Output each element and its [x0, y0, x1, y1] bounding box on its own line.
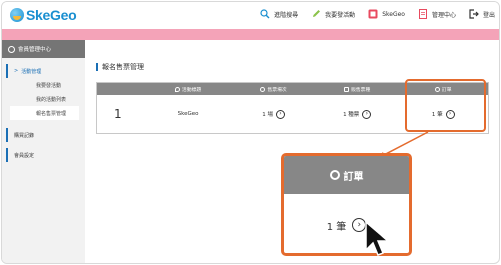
- zoom-header: 訂單: [284, 156, 409, 194]
- column-header-sessions: 售票場次: [231, 83, 316, 95]
- sidebar-item-label: 會員設定: [14, 152, 35, 159]
- page-title: 報名售票管理: [96, 62, 496, 72]
- sidebar-item-label: 活動管理: [21, 68, 42, 75]
- sidebar-item-event-management[interactable]: > 活動管理: [6, 64, 85, 78]
- main-content: 報名售票管理 活動標題 售票場次 販售票種 訂單 1 SkeGeo 1 場 › …: [96, 62, 496, 134]
- sidebar-item-create-event[interactable]: 我要發活動: [2, 78, 85, 92]
- column-header-title: 活動標題: [145, 83, 232, 95]
- nav-advanced-search[interactable]: 進階搜尋: [260, 9, 298, 19]
- pin-icon: [174, 86, 180, 92]
- nav-label: 管理中心: [431, 11, 456, 19]
- sidebar-header-label: 會員管理中心: [18, 47, 52, 53]
- column-header-label: 活動標題: [181, 87, 202, 93]
- row-index: 1: [114, 107, 122, 121]
- nav-create-event[interactable]: 我要發活動: [311, 9, 355, 19]
- nav-management-center[interactable]: 管理中心: [418, 9, 456, 19]
- column-header-index: [97, 83, 145, 95]
- top-nav: 進階搜尋 我要發活動 SkeGeo 管理中心 登出: [247, 9, 495, 19]
- brand-name: SkeGeo: [26, 7, 77, 23]
- search-icon: [260, 9, 270, 19]
- sidebar-item-label: 購買記錄: [14, 132, 35, 139]
- gear-icon: [329, 170, 340, 180]
- event-title-cell: SkeGeo: [177, 111, 199, 117]
- zoom-orders-value: 1 筆: [326, 221, 347, 233]
- sidebar: 會員管理中心 > 活動管理 我要發活動 我的活動列表 報名售票管理 購買記錄 會…: [2, 40, 85, 263]
- column-header-label: 販售票種: [351, 87, 371, 93]
- column-header-ticket-types: 販售票種: [316, 83, 399, 95]
- chevron-circle-icon[interactable]: ›: [276, 109, 285, 119]
- sessions-cell[interactable]: 1 場 ›: [231, 95, 316, 133]
- orders-column-highlight: [405, 79, 486, 132]
- ticket-types-value: 1 種票: [343, 112, 360, 118]
- sidebar-item-label: 報名售票管理: [36, 110, 67, 117]
- chevron-right-icon: >: [14, 68, 19, 74]
- sidebar-item-label: 我要發活動: [36, 82, 62, 89]
- logout-icon: [469, 9, 479, 19]
- nav-label: 我要發活動: [325, 11, 356, 19]
- sidebar-item-my-events[interactable]: 我的活動列表: [2, 92, 85, 106]
- sidebar-item-purchase-records[interactable]: 購買記錄: [6, 128, 85, 142]
- logo-icon: [10, 8, 24, 22]
- ticket-types-cell[interactable]: 1 種票 ›: [316, 95, 399, 133]
- user-icon: [8, 45, 15, 53]
- nav-label: 進階搜尋: [274, 11, 299, 19]
- zoom-header-label: 訂單: [343, 171, 364, 183]
- sessions-value: 1 場: [262, 112, 273, 118]
- chevron-circle-icon[interactable]: ›: [362, 109, 372, 119]
- nav-logout[interactable]: 登出: [469, 9, 495, 19]
- sidebar-header: 會員管理中心: [2, 40, 85, 58]
- sidebar-menu: > 活動管理 我要發活動 我的活動列表 報名售票管理 購買記錄 會員設定: [2, 58, 85, 162]
- sidebar-item-member-settings[interactable]: 會員設定: [6, 148, 85, 162]
- ticket-icon: [344, 86, 350, 92]
- skegeo-app-icon: [368, 9, 378, 19]
- nav-skegeo[interactable]: SkeGeo: [368, 9, 405, 19]
- nav-label: 登出: [482, 11, 495, 19]
- brand-logo[interactable]: SkeGeo: [10, 7, 77, 23]
- app-window: SkeGeo 進階搜尋 我要發活動 SkeGeo 管理中心 登出 會員管理中心 …: [1, 1, 500, 264]
- page-title-text: 報名售票管理: [102, 63, 144, 71]
- document-icon: [418, 9, 427, 19]
- location-icon: [260, 86, 266, 92]
- top-bar: SkeGeo 進階搜尋 我要發活動 SkeGeo 管理中心 登出: [2, 2, 499, 29]
- sidebar-item-registration-ticketing[interactable]: 報名售票管理: [10, 106, 79, 120]
- mouse-cursor-icon: [365, 220, 391, 256]
- title-accent-bar: [96, 63, 98, 71]
- sidebar-item-label: 我的活動列表: [36, 96, 67, 103]
- banner-strip: [2, 29, 499, 40]
- pencil-icon: [313, 10, 321, 17]
- nav-label: SkeGeo: [382, 10, 405, 18]
- column-header-label: 售票場次: [267, 87, 287, 93]
